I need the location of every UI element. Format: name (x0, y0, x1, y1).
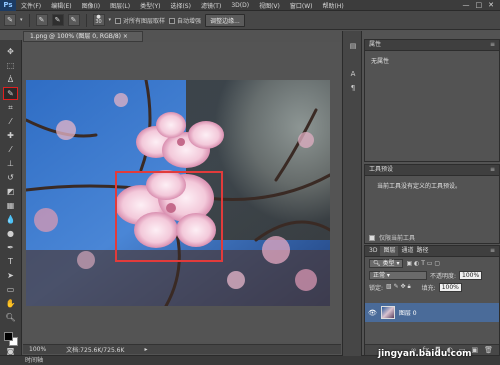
lasso-tool-icon[interactable]: ᐄ (4, 74, 17, 85)
layer-thumbnail (380, 306, 395, 319)
filter-icons[interactable]: ▣ ◐ T ▭ ▢ (406, 260, 440, 267)
blur-tool-icon[interactable]: 💧 (4, 214, 17, 225)
menu-edit[interactable]: 编辑(E) (46, 1, 76, 10)
layer-name[interactable]: 图层 0 (399, 308, 417, 317)
eyedropper-tool-icon[interactable]: ⁄ (4, 116, 17, 127)
panel-menu-icon[interactable]: ≡ (490, 165, 499, 175)
lock-icons[interactable]: ▧ ✎ ✥ 🔒︎ (386, 283, 411, 291)
options-bar: ✎ ▾ ✎ ✎ ✎ ● 30 ▾ 对所有图层取样 自动增强 调整边缘... (0, 11, 500, 30)
menu-3d[interactable]: 3D(D) (226, 2, 254, 9)
chevron-down-icon[interactable]: ▾ (20, 17, 23, 23)
path-selection-icon[interactable]: ➤ (4, 270, 17, 281)
menu-window[interactable]: 窗口(W) (285, 1, 318, 10)
hand-tool-icon[interactable]: ✋ (4, 298, 17, 309)
clone-stamp-icon[interactable]: ⊥ (4, 158, 17, 169)
minimize-button[interactable]: — (463, 1, 470, 9)
add-to-selection-icon[interactable]: ✎ (51, 14, 64, 26)
zoom-level[interactable]: 100% (29, 346, 46, 353)
opacity-input[interactable]: 100% (459, 270, 483, 280)
fill-label: 填充: (421, 284, 436, 292)
menu-type[interactable]: 类型(Y) (135, 1, 165, 10)
menu-layer[interactable]: 图层(L) (105, 1, 135, 10)
menu-help[interactable]: 帮助(H) (318, 1, 349, 10)
menu-image[interactable]: 图像(I) (77, 1, 105, 10)
history-brush-icon[interactable]: ↺ (4, 172, 17, 183)
foreground-color-swatch[interactable] (4, 332, 13, 341)
properties-tab[interactable]: 属性 (369, 40, 381, 50)
panel-menu-icon[interactable]: ≡ (490, 246, 499, 256)
tab-paths[interactable]: 路径 (416, 246, 428, 256)
watermark: jingyan.baidu.com (378, 349, 472, 359)
divider (85, 13, 87, 27)
sample-all-layers-checkbox[interactable]: 对所有图层取样 (115, 16, 165, 25)
chevron-right-icon[interactable]: ▸ (144, 346, 147, 353)
maximize-button[interactable]: □ (476, 1, 483, 9)
healing-brush-icon[interactable]: ✚ (4, 130, 17, 141)
panel-icon-dock: ▤ A ¶ (342, 31, 362, 356)
menu-file[interactable]: 文件(F) (16, 1, 46, 10)
toolbox: ✥ ⬚ ᐄ ✎ ⌗ ⁄ ✚ ⁄ ⊥ ↺ ◩ ▦ 💧 ● ✒ T ➤ ▭ ✋ 🔍︎… (0, 40, 22, 356)
history-panel-icon[interactable]: ▤ (348, 41, 358, 51)
new-layer-icon[interactable]: ▣ (471, 346, 478, 354)
new-selection-icon[interactable]: ✎ (35, 14, 48, 26)
photoshop-logo: Ps (0, 0, 16, 11)
pen-tool-icon[interactable]: ✒ (4, 242, 17, 253)
opacity-label: 不透明度: (430, 272, 457, 280)
fill-input[interactable]: 100% (438, 282, 462, 292)
menu-select[interactable]: 选择(S) (165, 1, 196, 10)
paragraph-panel-icon[interactable]: ¶ (348, 83, 358, 93)
quick-selection-tool-icon[interactable]: ✎ (3, 87, 18, 100)
current-tool-only-checkbox[interactable]: 仅限当前工具 (369, 233, 415, 242)
panel-menu-icon[interactable]: ≡ (490, 40, 499, 50)
menu-bar: Ps 文件(F) 编辑(E) 图像(I) 图层(L) 类型(Y) 选择(S) 滤… (0, 0, 500, 11)
divider (28, 13, 30, 27)
auto-enhance-checkbox[interactable]: 自动增强 (169, 16, 201, 25)
document-size: 文档:725.6K/725.6K (66, 347, 125, 354)
tab-3d[interactable]: 3D (369, 246, 377, 256)
blend-mode-select[interactable]: 正常 ▾ (369, 270, 427, 280)
tab-channels[interactable]: 通道 (401, 246, 413, 256)
eraser-tool-icon[interactable]: ◩ (4, 186, 17, 197)
crop-tool-icon[interactable]: ⌗ (4, 102, 17, 113)
character-panel-icon[interactable]: A (348, 69, 358, 79)
close-button[interactable]: ✕ (488, 1, 494, 9)
selection-highlight-box (115, 171, 223, 262)
brush-tool-icon[interactable]: ⁄ (4, 144, 17, 155)
brush-picker-icon[interactable]: ● 30 (92, 14, 105, 26)
tab-layers[interactable]: 图层 (380, 246, 399, 256)
layer-row[interactable]: 👁︎ 图层 0 (365, 303, 499, 322)
marquee-tool-icon[interactable]: ⬚ (4, 60, 17, 71)
document-tab[interactable]: 1.png @ 100% (图层 0, RGB/8) × (23, 31, 143, 42)
menu-filter[interactable]: 滤镜(T) (196, 1, 226, 10)
menu-view[interactable]: 视图(V) (254, 1, 285, 10)
lock-label: 锁定: (369, 284, 384, 292)
tool-presets-tab[interactable]: 工具预设 (369, 165, 393, 175)
subtract-from-selection-icon[interactable]: ✎ (67, 14, 80, 26)
refine-edge-button[interactable]: 调整边缘... (205, 13, 245, 27)
quick-selection-preset-icon[interactable]: ✎ (4, 14, 16, 26)
delete-layer-icon[interactable]: 🗑︎ (484, 346, 493, 354)
type-tool-icon[interactable]: T (4, 256, 17, 267)
eye-icon[interactable]: 👁︎ (368, 309, 377, 317)
status-bar: 100% 文档:725.6K/725.6K ▸ (23, 344, 341, 354)
tool-presets-message: 当前工具没有定义的工具预设。 (377, 183, 462, 190)
tool-presets-panel: 工具预设 ≡ 当前工具没有定义的工具预设。 仅限当前工具 (364, 164, 500, 244)
layer-kind-filter[interactable]: 🔍︎ 类型 ▾ (369, 258, 404, 268)
properties-panel: 属性 ≡ 无属性 (364, 39, 500, 162)
chevron-down-icon[interactable]: ▾ (109, 17, 112, 23)
gradient-tool-icon[interactable]: ▦ (4, 200, 17, 211)
dodge-tool-icon[interactable]: ● (4, 228, 17, 239)
move-tool-icon[interactable]: ✥ (4, 46, 17, 57)
layers-panel: 3D 图层 通道 路径 ≡ 🔍︎ 类型 ▾ ▣ ◐ T ▭ ▢ 正常 ▾ 不透明… (364, 245, 500, 356)
shape-tool-icon[interactable]: ▭ (4, 284, 17, 295)
properties-empty-text: 无属性 (371, 58, 390, 65)
zoom-tool-icon[interactable]: 🔍︎ (4, 312, 17, 323)
